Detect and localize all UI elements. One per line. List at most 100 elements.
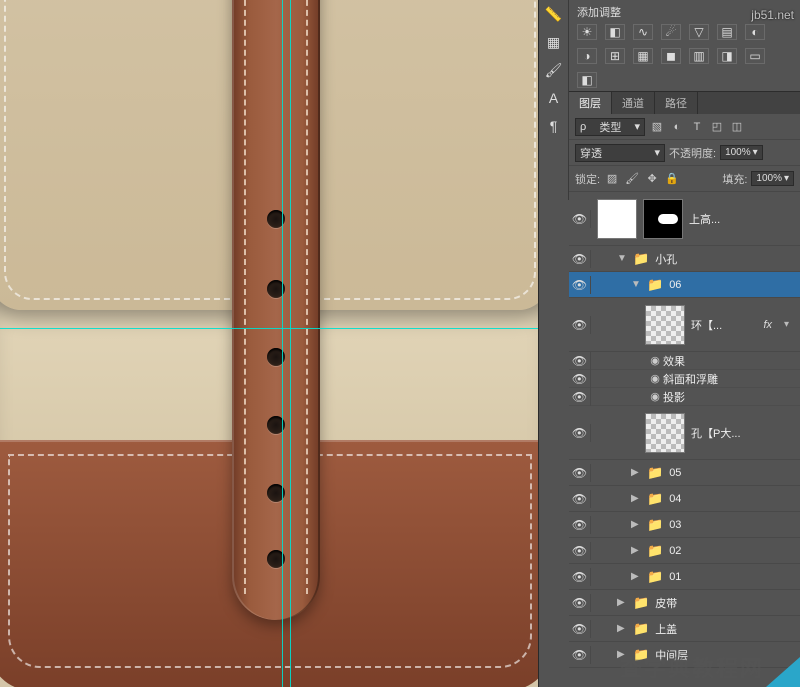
opacity-value: 100% [725, 147, 751, 158]
adj-channel-mixer-icon[interactable]: ⊞ [605, 48, 625, 64]
disclosure-triangle-icon[interactable]: ▶ [631, 493, 641, 504]
lock-pixels-icon[interactable]: 🖌 [624, 171, 640, 187]
visibility-toggle-icon[interactable]: 👁 [573, 316, 591, 334]
layer-name-label: 上高... [689, 211, 720, 227]
disclosure-triangle-icon[interactable]: ▶ [631, 519, 641, 530]
adj-selective-icon[interactable]: ◧ [577, 72, 597, 88]
fx-indicator[interactable]: fx [763, 319, 778, 331]
visibility-toggle-icon[interactable]: 👁 [573, 370, 591, 388]
filter-adjust-icon[interactable]: ◐ [669, 119, 685, 135]
layer-item-hole[interactable]: 👁 孔【P大... [569, 406, 800, 460]
visibility-toggle-icon[interactable]: 👁 [573, 250, 591, 268]
adj-posterize-icon[interactable]: ▥ [689, 48, 709, 64]
layer-group-06[interactable]: 👁 ▼ 📁 06 [569, 272, 800, 298]
lock-transparency-icon[interactable]: ▨ [604, 171, 620, 187]
visibility-toggle-icon[interactable]: 👁 [573, 276, 591, 294]
filter-smart-icon[interactable]: ◫ [729, 119, 745, 135]
fill-value-input[interactable]: 100% ▾ [751, 171, 794, 186]
tab-layers[interactable]: 图层 [569, 92, 612, 114]
layer-group-belt[interactable]: 👁 ▶ 📁 皮带 [569, 590, 800, 616]
adj-exposure-icon[interactable]: ☄ [661, 24, 681, 40]
chevron-down-icon: ▾ [753, 147, 758, 158]
visibility-toggle-icon[interactable]: 👁 [573, 542, 591, 560]
visibility-toggle-icon[interactable]: 👁 [573, 646, 591, 664]
layer-tree[interactable]: 👁 上高... 👁 ▼ 📁 小孔 👁 ▼ 📁 06 👁 [569, 192, 800, 687]
brush-tool-icon[interactable]: 🖌 [545, 62, 563, 80]
layer-name-label: 05 [669, 467, 681, 479]
layer-mask-thumbnail[interactable] [643, 199, 683, 239]
adj-vibrance-icon[interactable]: ▽ [689, 24, 709, 40]
ruler-tool-icon[interactable]: 📏 [545, 6, 562, 24]
filter-type-icon[interactable]: T [689, 119, 705, 135]
disclosure-triangle-icon[interactable]: ▶ [631, 571, 641, 582]
visibility-toggle-icon[interactable]: 👁 [573, 516, 591, 534]
adj-lookup-icon[interactable]: ▦ [633, 48, 653, 64]
layer-name-label: 环【... [691, 317, 722, 333]
disclosure-triangle-icon[interactable]: ▶ [617, 623, 627, 634]
adj-invert-icon[interactable]: ◼ [661, 48, 681, 64]
effect-drop-shadow[interactable]: 👁 ◉ 投影 [569, 388, 800, 406]
visibility-toggle-icon[interactable]: 👁 [573, 424, 591, 442]
adj-threshold-icon[interactable]: ◨ [717, 48, 737, 64]
visibility-toggle-icon[interactable]: 👁 [573, 388, 591, 406]
visibility-toggle-icon[interactable]: 👁 [573, 352, 591, 370]
layer-group-02[interactable]: 👁 ▶ 📁 02 [569, 538, 800, 564]
layer-item-top-highlight[interactable]: 👁 上高... [569, 192, 800, 246]
effect-bevel-emboss[interactable]: 👁 ◉ 斜面和浮雕 [569, 370, 800, 388]
visibility-toggle-icon[interactable]: 👁 [573, 594, 591, 612]
visibility-toggle-icon[interactable]: 👁 [573, 464, 591, 482]
disclosure-triangle-icon[interactable]: ▼ [617, 253, 627, 264]
layer-thumbnail[interactable] [645, 413, 685, 453]
lock-position-icon[interactable]: ✥ [644, 171, 660, 187]
layer-group-top-cover[interactable]: 👁 ▶ 📁 上盖 [569, 616, 800, 642]
guide-vertical[interactable] [290, 0, 291, 687]
text-tool-icon[interactable]: A [549, 90, 558, 108]
disclosure-triangle-icon[interactable]: ▼ [631, 279, 641, 290]
disclosure-triangle-icon[interactable]: ▶ [617, 597, 627, 608]
layer-group-04[interactable]: 👁 ▶ 📁 04 [569, 486, 800, 512]
tab-paths[interactable]: 路径 [655, 92, 698, 114]
tab-channels[interactable]: 通道 [612, 92, 655, 114]
layer-group-holes[interactable]: 👁 ▼ 📁 小孔 [569, 246, 800, 272]
filter-pixel-icon[interactable]: ▧ [649, 119, 665, 135]
layer-group-03[interactable]: 👁 ▶ 📁 03 [569, 512, 800, 538]
guide-horizontal[interactable] [0, 328, 538, 329]
layer-group-05[interactable]: 👁 ▶ 📁 05 [569, 460, 800, 486]
adj-curves-icon[interactable]: ∿ [633, 24, 653, 40]
paragraph-tool-icon[interactable]: ¶ [550, 118, 558, 136]
disclosure-triangle-icon[interactable]: ▶ [631, 545, 641, 556]
adj-gradient-map-icon[interactable]: ▭ [745, 48, 765, 64]
adj-bw-icon[interactable]: ◐ [745, 24, 765, 40]
layer-kind-filter[interactable]: ρ 类型 ▾ [575, 118, 645, 136]
note-tool-icon[interactable]: ▦ [547, 34, 560, 52]
layer-name-label: 上盖 [655, 621, 677, 637]
opacity-value-input[interactable]: 100% ▾ [720, 145, 763, 160]
blend-mode-dropdown[interactable]: 穿透 ▾ [575, 144, 665, 162]
adj-photo-filter-icon[interactable]: ◑ [577, 48, 597, 64]
guide-vertical[interactable] [282, 0, 283, 687]
disclosure-triangle-icon[interactable]: ▾ [784, 319, 794, 330]
lock-all-icon[interactable]: 🔒 [664, 171, 680, 187]
disclosure-triangle-icon[interactable]: ▶ [617, 649, 627, 660]
chevron-down-icon: ▾ [784, 173, 789, 184]
visibility-toggle-icon[interactable]: 👁 [573, 210, 591, 228]
filter-shape-icon[interactable]: ◰ [709, 119, 725, 135]
effects-header[interactable]: 👁 ◉ 效果 [569, 352, 800, 370]
disclosure-triangle-icon[interactable]: ▶ [631, 467, 641, 478]
layer-group-01[interactable]: 👁 ▶ 📁 01 [569, 564, 800, 590]
adj-brightness-icon[interactable]: ☀ [577, 24, 597, 40]
visibility-toggle-icon[interactable]: 👁 [573, 568, 591, 586]
layer-thumbnail[interactable] [645, 305, 685, 345]
lock-row: 锁定: ▨ 🖌 ✥ 🔒 填充: 100% ▾ [569, 166, 800, 192]
visibility-toggle-icon[interactable]: 👁 [573, 490, 591, 508]
vertical-tool-strip: 📏 ▦ 🖌 A ¶ [539, 0, 569, 200]
document-canvas[interactable] [0, 0, 538, 687]
bag-artwork [0, 0, 538, 687]
effect-name-label: 斜面和浮雕 [663, 371, 718, 387]
adj-levels-icon[interactable]: ◧ [605, 24, 625, 40]
layer-thumbnail[interactable] [597, 199, 637, 239]
effect-name-label: 投影 [663, 389, 685, 405]
layer-item-ring[interactable]: 👁 环【... fx ▾ [569, 298, 800, 352]
visibility-toggle-icon[interactable]: 👁 [573, 620, 591, 638]
adj-hue-icon[interactable]: ▤ [717, 24, 737, 40]
